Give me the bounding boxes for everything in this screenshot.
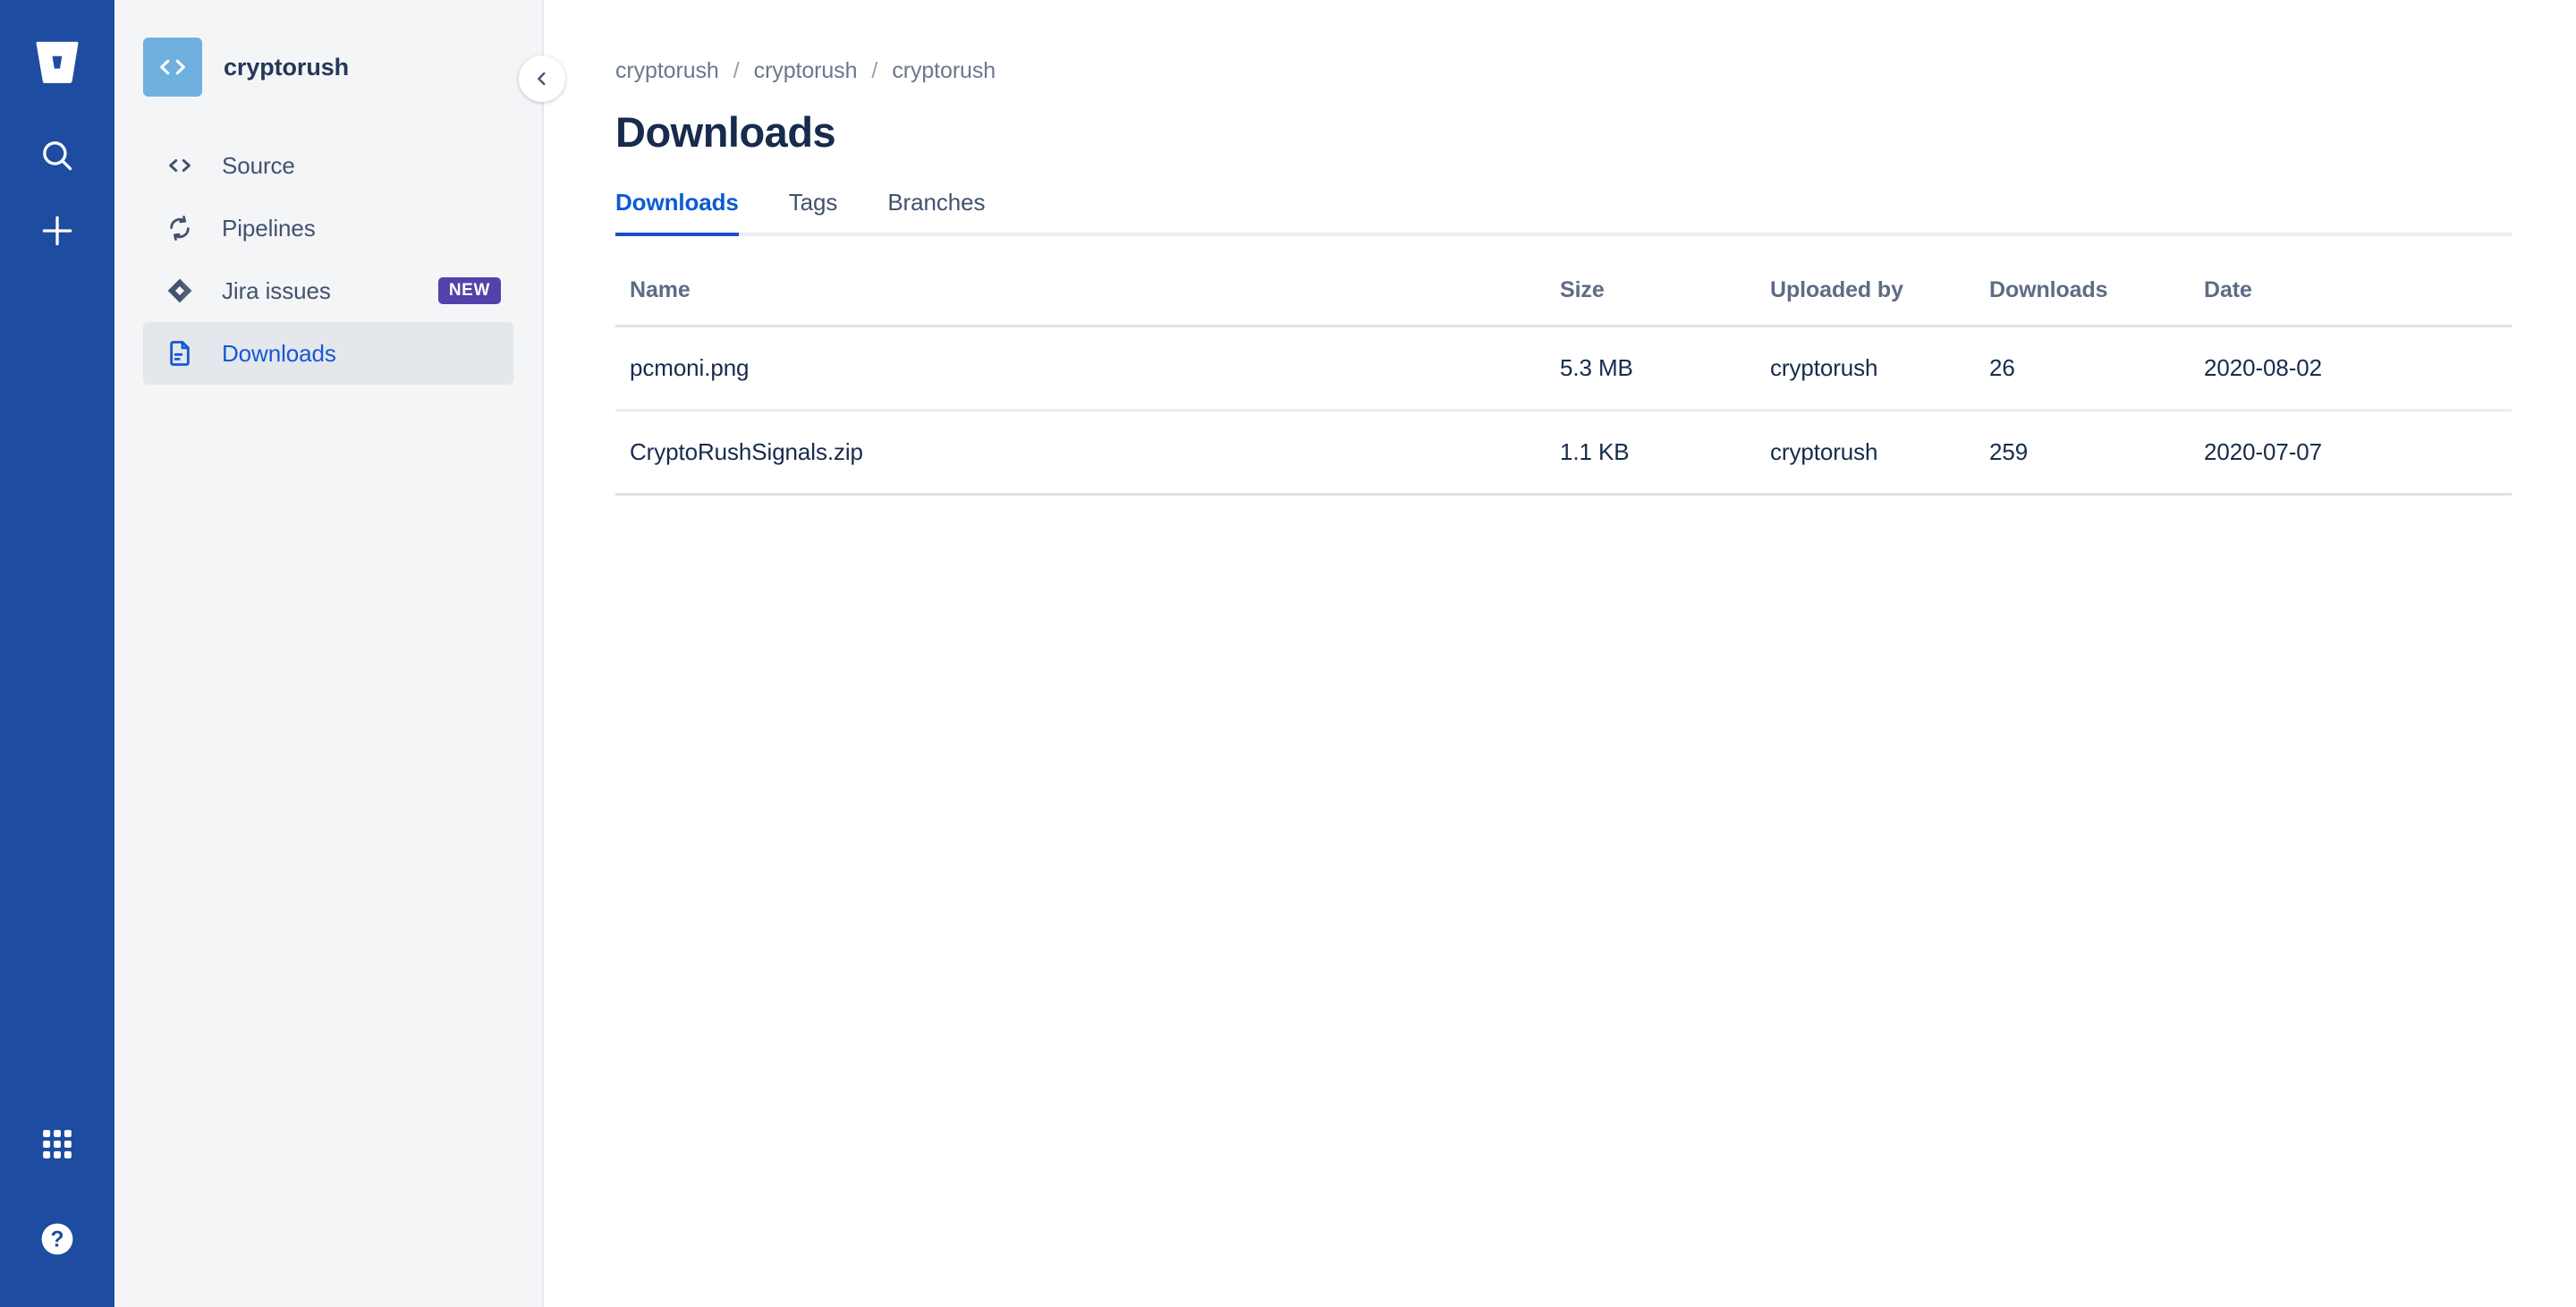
help-question-icon[interactable]: ? [25, 1207, 89, 1271]
cell-file-size: 5.3 MB [1546, 326, 1756, 412]
table-header-row: Name Size Uploaded by Downloads Date [615, 277, 2512, 327]
sidebar-item-jira-issues[interactable]: Jira issues NEW [143, 259, 513, 322]
status-badge-new: NEW [437, 277, 501, 304]
repository-name: cryptorush [224, 53, 350, 81]
tab-tags[interactable]: Tags [764, 189, 863, 233]
breadcrumb-separator: / [871, 57, 878, 83]
content-tabs: Downloads Tags Branches [615, 189, 2512, 236]
breadcrumb-item-repository[interactable]: cryptorush [892, 58, 996, 84]
sidebar-item-pipelines[interactable]: Pipelines [143, 197, 513, 259]
code-brackets-icon [160, 59, 185, 75]
sidebar-item-label: Source [222, 151, 295, 179]
chevron-left-icon [538, 72, 546, 86]
cell-date: 2020-07-07 [2190, 410, 2512, 496]
file-document-icon [163, 339, 197, 368]
sidebar-collapse-button[interactable] [519, 55, 565, 102]
repository-nav: Source Pipelines Jira issues NEW Downloa… [114, 134, 542, 385]
cell-date: 2020-08-02 [2190, 326, 2512, 412]
sidebar-item-label: Pipelines [222, 214, 316, 242]
sidebar-item-source[interactable]: Source [143, 134, 513, 197]
column-header-date[interactable]: Date [2190, 277, 2512, 327]
rail-bottom-group: ? [0, 1112, 114, 1271]
sidebar-item-downloads[interactable]: Downloads [143, 322, 513, 385]
sidebar-item-label: Downloads [222, 339, 336, 367]
breadcrumb-item-workspace[interactable]: cryptorush [615, 58, 719, 84]
global-navigation-rail: ? [0, 0, 114, 1307]
repository-header[interactable]: cryptorush [114, 0, 542, 97]
breadcrumb: cryptorush / cryptorush / cryptorush [615, 55, 2576, 86]
pipelines-sync-icon [163, 214, 197, 242]
app-switcher-grid-icon[interactable] [25, 1112, 89, 1176]
cell-uploaded-by: cryptorush [1756, 326, 1975, 412]
search-icon[interactable] [25, 123, 89, 188]
bitbucket-logo-icon[interactable] [32, 38, 82, 88]
jira-diamond-icon [163, 276, 197, 305]
page-title: Downloads [615, 108, 836, 156]
cell-file-size: 1.1 KB [1546, 410, 1756, 496]
column-header-uploaded-by[interactable]: Uploaded by [1756, 277, 1975, 327]
column-header-name[interactable]: Name [615, 277, 1546, 327]
table-row[interactable]: CryptoRushSignals.zip 1.1 KB cryptorush … [615, 410, 2512, 496]
tab-downloads[interactable]: Downloads [615, 189, 764, 236]
cell-uploaded-by: cryptorush [1756, 410, 1975, 496]
cell-download-count: 26 [1975, 326, 2190, 412]
plus-icon[interactable] [25, 199, 89, 263]
code-brackets-icon [163, 151, 197, 180]
svg-text:?: ? [51, 1228, 64, 1252]
main-content: cryptorush / cryptorush / cryptorush Dow… [544, 0, 2576, 1307]
table-row[interactable]: pcmoni.png 5.3 MB cryptorush 26 2020-08-… [615, 326, 2512, 412]
cell-file-name[interactable]: pcmoni.png [615, 326, 1546, 412]
column-header-downloads[interactable]: Downloads [1975, 277, 2190, 327]
downloads-table: Name Size Uploaded by Downloads Date pcm… [615, 277, 2512, 496]
cell-file-name[interactable]: CryptoRushSignals.zip [615, 410, 1546, 496]
tab-branches[interactable]: Branches [862, 189, 1010, 233]
bitbucket-app-window: ? cryptorush Source Pipelines Jira issue… [0, 0, 2576, 1307]
repository-sidebar: cryptorush Source Pipelines Jira issues … [114, 0, 565, 1307]
column-header-size[interactable]: Size [1546, 277, 1756, 327]
breadcrumb-item-project[interactable]: cryptorush [754, 58, 858, 84]
repository-avatar [143, 38, 202, 97]
cell-download-count: 259 [1975, 410, 2190, 496]
sidebar-item-label: Jira issues [222, 276, 331, 304]
breadcrumb-separator: / [733, 57, 740, 83]
